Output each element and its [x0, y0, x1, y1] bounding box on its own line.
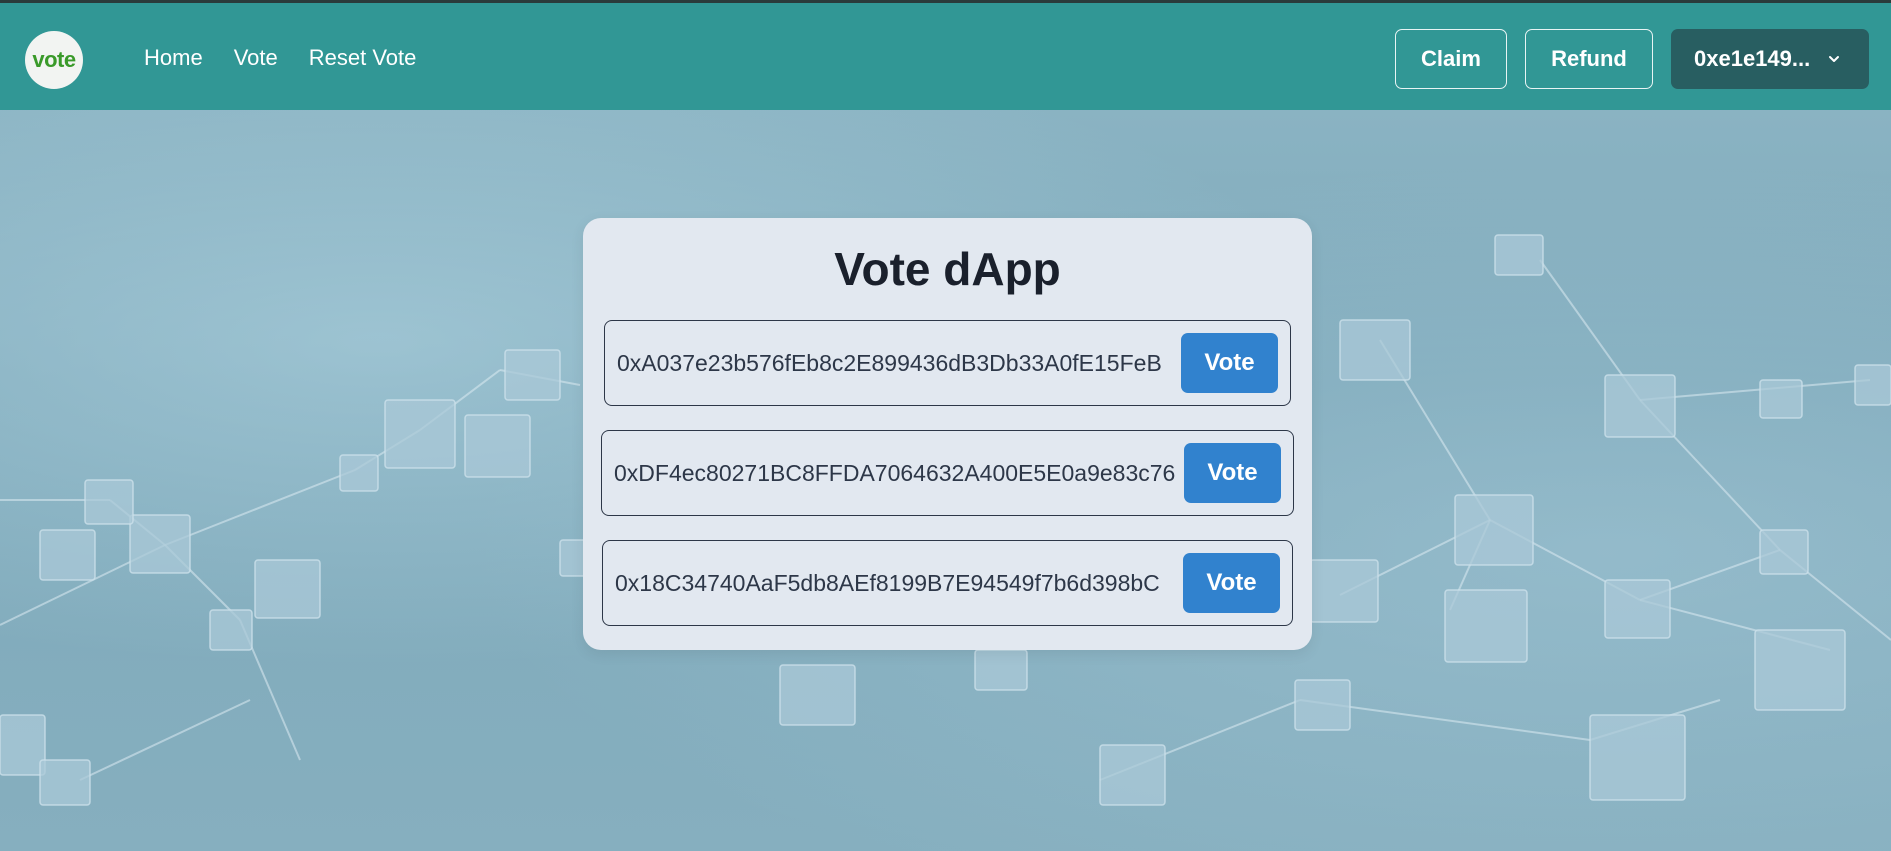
vote-button[interactable]: Vote: [1181, 333, 1278, 393]
wallet-account-button[interactable]: 0xe1e149...: [1671, 29, 1869, 89]
refund-button[interactable]: Refund: [1525, 29, 1653, 89]
claim-button[interactable]: Claim: [1395, 29, 1507, 89]
vote-button[interactable]: Vote: [1184, 443, 1281, 503]
candidate-row: 0xDF4ec80271BC8FFDA7064632A400E5E0a9e83c…: [601, 430, 1294, 516]
vote-logo[interactable]: vote: [25, 31, 83, 89]
nav-actions: Claim Refund 0xe1e149...: [1395, 29, 1869, 89]
nav-links: Home Vote Reset Vote: [144, 45, 416, 71]
nav-link-reset-vote[interactable]: Reset Vote: [309, 45, 417, 71]
candidate-address: 0xA037e23b576fEb8c2E899436dB3Db33A0fE15F…: [617, 349, 1162, 376]
wallet-address-label: 0xe1e149...: [1694, 46, 1811, 71]
candidate-address: 0x18C34740AaF5db8AEf8199B7E94549f7b6d398…: [615, 569, 1160, 596]
logo-text: vote: [32, 47, 76, 72]
vote-button[interactable]: Vote: [1183, 553, 1280, 613]
nav-link-home[interactable]: Home: [144, 45, 203, 71]
top-navbar: vote Home Vote Reset Vote Claim Refund 0…: [0, 0, 1891, 110]
candidate-row: 0xA037e23b576fEb8c2E899436dB3Db33A0fE15F…: [604, 320, 1291, 406]
candidate-row: 0x18C34740AaF5db8AEf8199B7E94549f7b6d398…: [602, 540, 1293, 626]
candidate-address: 0xDF4ec80271BC8FFDA7064632A400E5E0a9e83c…: [614, 459, 1176, 486]
chevron-down-icon: [1829, 56, 1839, 62]
nav-link-vote[interactable]: Vote: [234, 45, 278, 71]
page-title: Vote dApp: [834, 243, 1061, 295]
vote-card: Vote dApp 0xA037e23b576fEb8c2E899436dB3D…: [583, 218, 1312, 650]
